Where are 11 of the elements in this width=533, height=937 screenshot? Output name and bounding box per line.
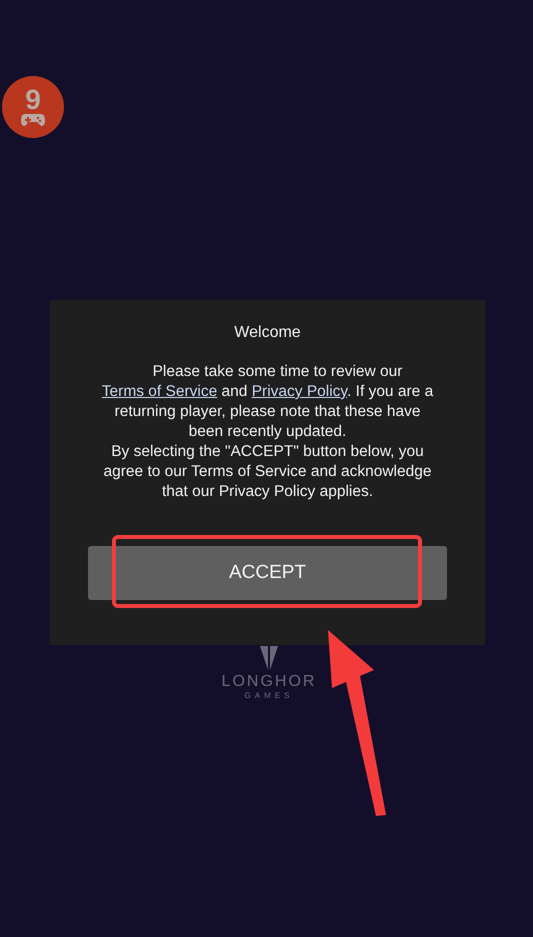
gamepad-icon	[20, 113, 46, 127]
horn-logo-icon	[259, 645, 279, 671]
policy-link[interactable]: Privacy Policy	[252, 383, 348, 400]
policy-link[interactable]: Terms of Service	[102, 383, 218, 400]
logo-subtitle: GAMES	[244, 691, 294, 700]
accept-button[interactable]: ACCEPT	[88, 546, 447, 600]
badge-number: 9	[25, 87, 41, 113]
consent-notice: By selecting the "ACCEPT" button below, you agree to our Terms of Service and acknowledge that our Privacy Policy applies.	[102, 442, 432, 502]
dialog-title: Welcome	[234, 324, 301, 342]
terms-message: Please take some time to review our Terms of Service and Privacy Policy. If you are a returning player, please note that these have been recently updated.	[100, 362, 434, 442]
logo-name: LONGHOR	[222, 673, 316, 691]
